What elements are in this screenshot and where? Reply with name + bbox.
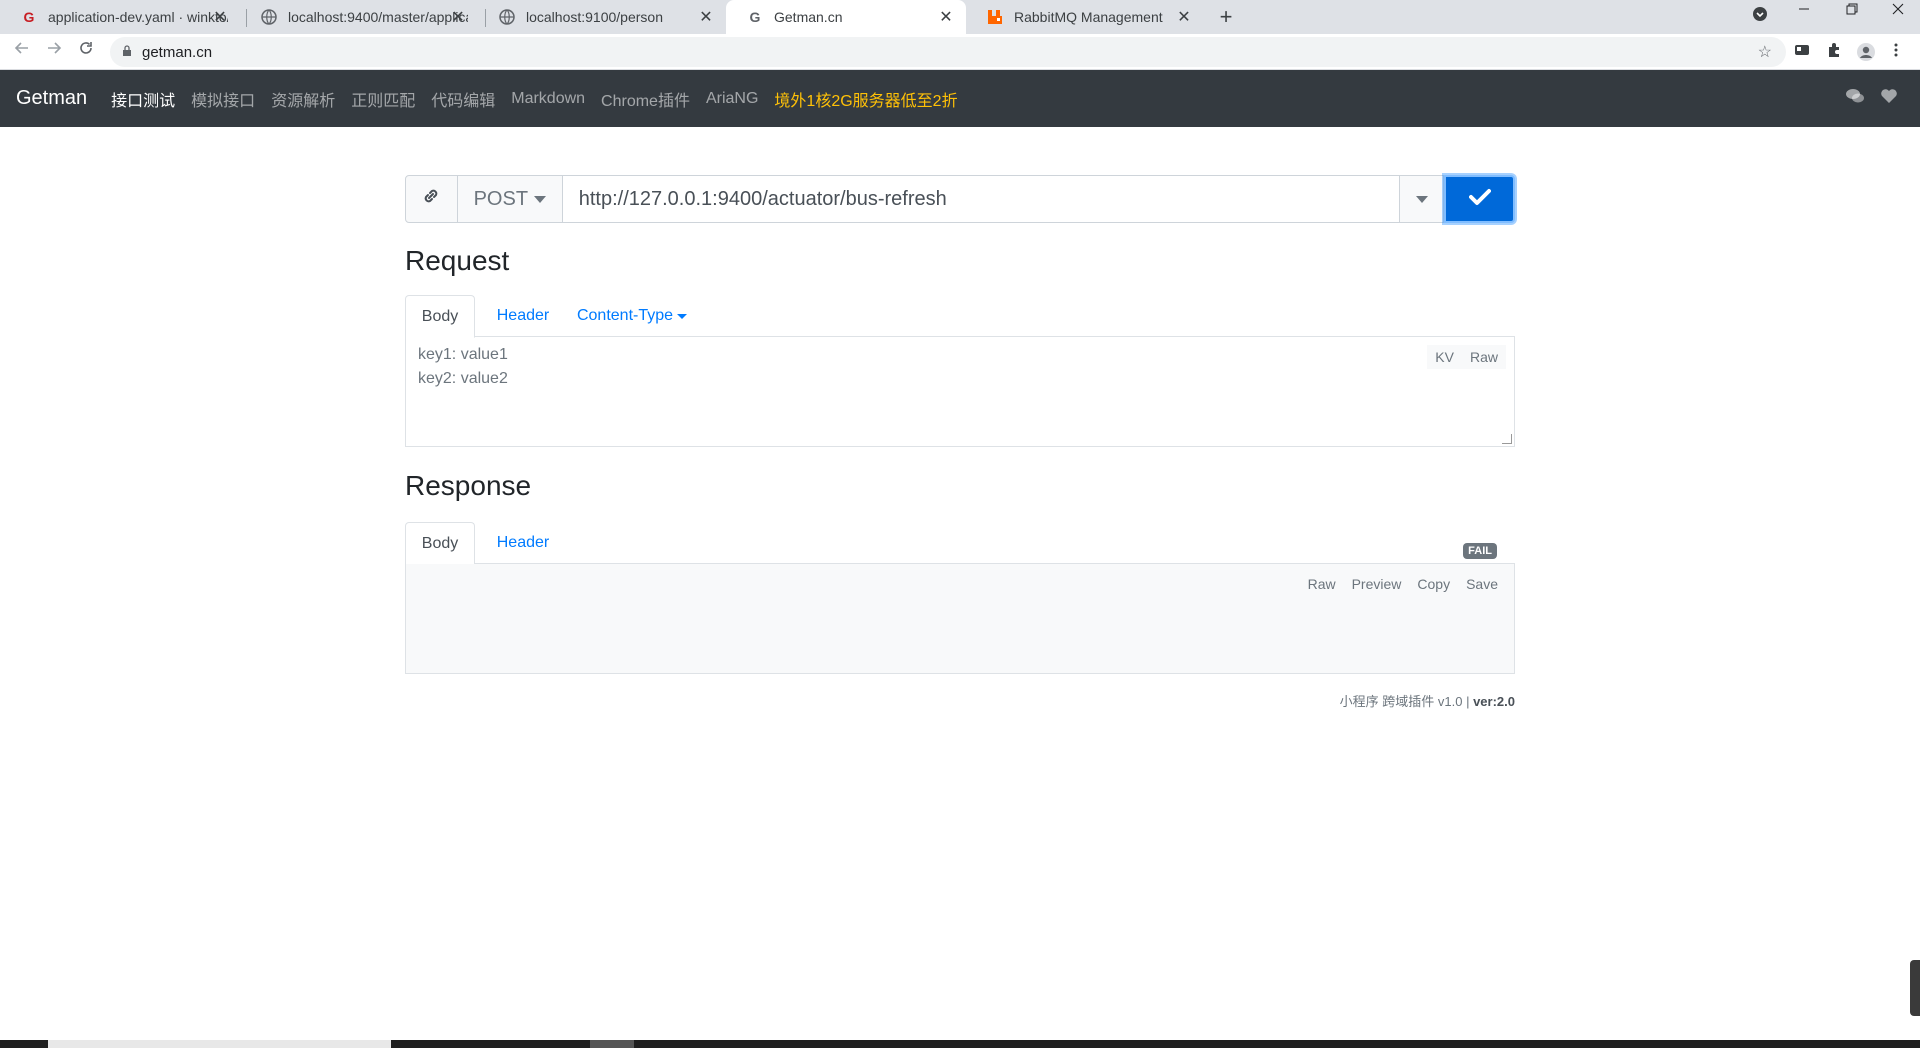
save-button[interactable]: Save (1458, 572, 1506, 596)
google-icon: G (749, 9, 761, 25)
minimize-icon[interactable] (1784, 2, 1824, 20)
tab-response-header[interactable]: Header (481, 522, 565, 564)
browser-tab-title: Getman.cn (774, 9, 843, 25)
check-icon (1468, 185, 1491, 213)
copy-button[interactable]: Copy (1409, 572, 1459, 596)
browser-tab[interactable]: localhost:9100/person ✕ (478, 0, 726, 34)
share-link-button[interactable] (405, 175, 458, 223)
browser-tab[interactable]: G application-dev.yaml · winkto/ ✕ (0, 0, 240, 34)
new-tab-button[interactable]: + (1212, 4, 1240, 30)
footer: 小程序 跨域插件 v1.0 | ver:2.0 (1340, 691, 1515, 710)
lock-icon (122, 44, 132, 60)
request-body-editor[interactable]: key1: value1 key2: value2 KV Raw (405, 337, 1515, 447)
globe-icon (260, 8, 278, 26)
forward-icon[interactable] (42, 40, 66, 61)
menu-dots-icon[interactable] (1886, 42, 1906, 62)
chevron-down-icon (677, 313, 688, 319)
back-icon[interactable] (10, 40, 34, 61)
status-badge: FAIL (1463, 543, 1497, 559)
body-mode-switch: KV Raw (1427, 345, 1506, 369)
browser-tab-active[interactable]: G Getman.cn ✕ (726, 0, 966, 34)
nav-regex[interactable]: 正则匹配 (351, 87, 415, 111)
browser-tab-title: application-dev.yaml · winkto/ (48, 9, 228, 25)
browser-toolbar: getman.cn ☆ (0, 34, 1920, 70)
heart-icon[interactable] (1880, 88, 1898, 109)
close-icon[interactable]: ✕ (936, 7, 956, 27)
close-icon[interactable]: ✕ (1174, 7, 1194, 27)
nav-code-editor[interactable]: 代码编辑 (431, 87, 495, 111)
url-history-dropdown[interactable] (1400, 175, 1445, 223)
nav-promo[interactable]: 境外1核2G服务器低至2折 (774, 87, 957, 111)
address-text: getman.cn (142, 43, 213, 61)
chevron-down-icon (1415, 195, 1428, 203)
nav-markdown[interactable]: Markdown (511, 90, 585, 108)
close-icon[interactable]: ✕ (210, 7, 230, 27)
profile-icon[interactable] (1856, 42, 1876, 62)
method-dropdown[interactable]: POST (457, 175, 563, 223)
browser-tab[interactable]: RabbitMQ Management ✕ (966, 0, 1204, 34)
response-actions: Raw Preview Copy Save (1299, 572, 1506, 596)
browser-tab[interactable]: localhost:9400/master/applica ✕ (240, 0, 478, 34)
address-bar[interactable]: getman.cn ☆ (110, 37, 1786, 67)
gitee-icon: G (23, 9, 35, 25)
nav-mock-api[interactable]: 模拟接口 (191, 87, 255, 111)
body-line: key2: value2 (418, 370, 508, 387)
tab-response-body[interactable]: Body (405, 522, 475, 565)
response-body-viewer: Raw Preview Copy Save (405, 564, 1515, 674)
tab-request-header[interactable]: Header (481, 295, 565, 337)
browser-tab-strip: G application-dev.yaml · winkto/ ✕ local… (0, 0, 1920, 34)
send-button[interactable] (1444, 175, 1516, 223)
globe-icon (498, 8, 516, 26)
browser-tab-title: RabbitMQ Management (1014, 9, 1163, 25)
rabbitmq-icon (986, 8, 1004, 26)
close-icon[interactable]: ✕ (696, 7, 716, 27)
restore-icon[interactable] (1832, 2, 1872, 20)
extensions-icon[interactable] (1824, 42, 1844, 62)
request-tabs: Body Header Content-Type (405, 295, 1515, 338)
bookmark-star-icon[interactable]: ☆ (1758, 42, 1772, 62)
response-tabs: Body Header FAIL (405, 522, 1515, 565)
window-close-icon[interactable] (1878, 2, 1918, 20)
raw-mode-button[interactable]: Raw (1461, 345, 1506, 369)
side-widget[interactable] (1910, 960, 1920, 1016)
reload-icon[interactable] (74, 40, 98, 61)
nav-api-test[interactable]: 接口测试 (111, 87, 175, 111)
close-icon[interactable]: ✕ (448, 7, 468, 27)
raw-view-button[interactable]: Raw (1299, 572, 1344, 596)
nav-ariang[interactable]: AriaNG (706, 90, 758, 108)
tab-content-type[interactable]: Content-Type (571, 295, 693, 337)
getman-navbar: Getman 接口测试 模拟接口 资源解析 正则匹配 代码编辑 Markdown… (0, 70, 1920, 127)
body-line: key1: value1 (418, 346, 508, 363)
comments-icon[interactable] (1845, 88, 1865, 109)
link-icon (421, 186, 441, 212)
nav-resource-parse[interactable]: 资源解析 (271, 87, 335, 111)
request-heading: Request (405, 245, 510, 276)
nav-chrome-plugin[interactable]: Chrome插件 (601, 87, 690, 111)
resize-handle[interactable] (1502, 434, 1512, 444)
version-label: ver:2.0 (1473, 694, 1515, 709)
reading-list-icon[interactable] (1792, 42, 1812, 62)
chevron-down-icon (534, 195, 547, 203)
kv-mode-button[interactable]: KV (1427, 345, 1462, 369)
browser-tab-title: localhost:9100/person (526, 9, 663, 25)
method-label: POST (473, 187, 529, 210)
browser-tab-title: localhost:9400/master/applica (288, 9, 468, 25)
taskbar-item[interactable] (590, 1040, 634, 1048)
brand-logo[interactable]: Getman (16, 87, 87, 110)
footer-links[interactable]: 小程序 跨域插件 v1.0 | (1340, 694, 1473, 709)
tab-search-icon[interactable] (1740, 6, 1780, 27)
url-input[interactable]: http://127.0.0.1:9400/actuator/bus-refre… (562, 175, 1401, 223)
request-line: POST http://127.0.0.1:9400/actuator/bus-… (405, 175, 1516, 223)
preview-button[interactable]: Preview (1343, 572, 1410, 596)
tab-request-body[interactable]: Body (405, 295, 475, 338)
content-type-label: Content-Type (576, 307, 674, 324)
response-heading: Response (405, 470, 532, 501)
taskbar-item[interactable] (48, 1040, 391, 1048)
